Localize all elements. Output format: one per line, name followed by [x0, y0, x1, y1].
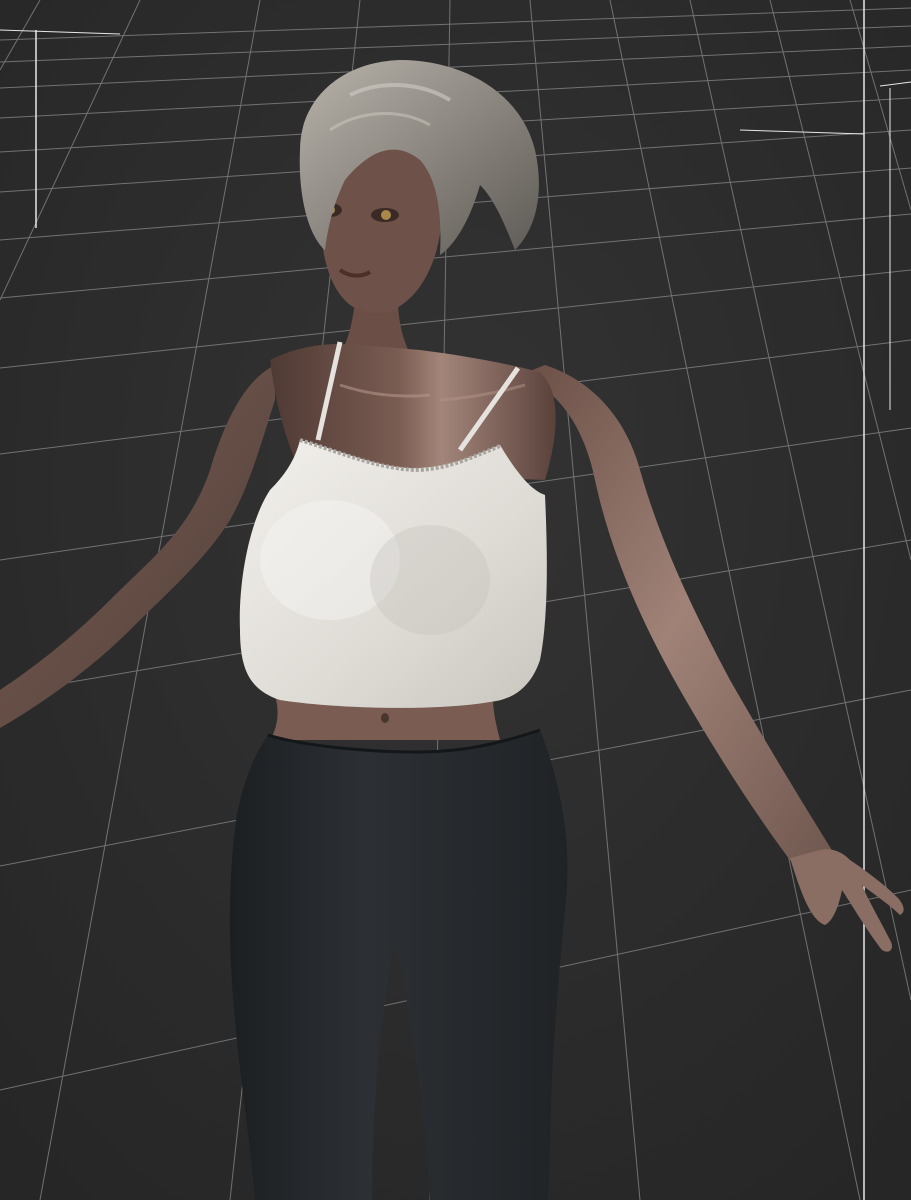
3d-viewport[interactable]	[0, 0, 911, 1200]
viewport-canvas[interactable]	[0, 0, 911, 1200]
